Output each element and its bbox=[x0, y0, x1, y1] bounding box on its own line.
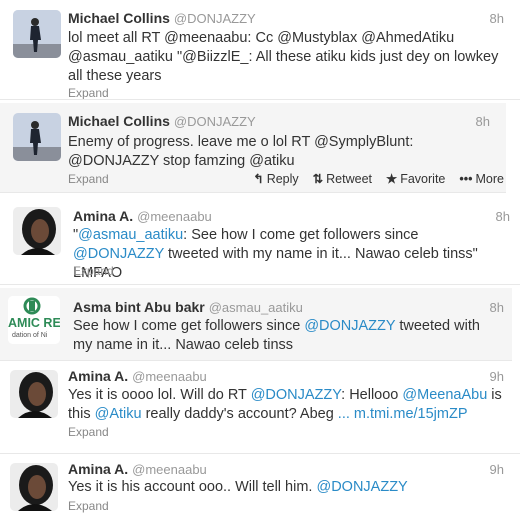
avatar[interactable] bbox=[13, 113, 61, 161]
tweet-text-segment: Yes it is oooo lol. Will do RT bbox=[68, 387, 251, 403]
tweet-text: lol meet all RT @meenaabu: Cc @Mustyblax… bbox=[68, 29, 508, 86]
mention-link[interactable]: @DONJAZZY bbox=[304, 318, 395, 334]
reply-label: Reply bbox=[266, 172, 299, 186]
avatar-logo-text: AMIC REL bbox=[8, 316, 60, 330]
mention-link[interactable]: @Atiku bbox=[95, 406, 142, 422]
author-name[interactable]: Asma bint Abu bakr bbox=[73, 299, 205, 315]
tweet-text-segment: Yes it is his account ooo.. Will tell hi… bbox=[68, 479, 317, 495]
author-handle[interactable]: @meenaabu bbox=[132, 369, 207, 384]
star-icon: ★ bbox=[386, 172, 398, 186]
avatar[interactable] bbox=[13, 10, 61, 58]
tweet-text-segment: really daddy's account? Abeg bbox=[141, 406, 338, 422]
avatar[interactable] bbox=[10, 370, 58, 418]
tweet-text-segment: See how I come get followers since bbox=[73, 318, 305, 334]
tweet-text: Yes it is oooo lol. Will do RT @DONJAZZY… bbox=[68, 386, 508, 424]
tweet-header: Amina A. @meenaabu bbox=[73, 208, 212, 224]
expand-link[interactable]: Expand bbox=[68, 86, 109, 99]
tweet-item[interactable]: Michael Collins @DONJAZZY 8h lol meet all… bbox=[0, 0, 520, 100]
tweet-item[interactable]: Michael Collins @DONJAZZY 8h Enemy of pro… bbox=[0, 103, 506, 193]
mention-link[interactable]: @asmau_aatiku bbox=[78, 227, 183, 243]
tweet-header: Amina A. @meenaabu bbox=[68, 461, 207, 477]
mention-link[interactable]: ... m.tmi.me/15jmZP bbox=[338, 406, 468, 422]
more-button[interactable]: ••• More bbox=[459, 172, 504, 186]
expand-link[interactable]: Expand bbox=[73, 264, 114, 278]
mention-link[interactable]: @MeenaAbu bbox=[402, 387, 487, 403]
favorite-button[interactable]: ★ Favorite bbox=[386, 171, 445, 186]
timestamp[interactable]: 8h bbox=[490, 11, 504, 26]
tweet-text: Enemy of progress. leave me o lol RT @Sy… bbox=[68, 133, 498, 171]
tweet-text-segment: lol meet all RT @meenaabu: Cc @Mustyblax… bbox=[68, 30, 499, 84]
timestamp[interactable]: 8h bbox=[476, 114, 490, 129]
tweet-text: "@asmau_aatiku: See how I come get follo… bbox=[73, 226, 503, 283]
tweet-text-segment: : Hellooo bbox=[341, 387, 403, 403]
tweet-actions: ↰ Reply ⇅ Retweet ★ Favorite ••• More bbox=[239, 171, 504, 186]
mention-link[interactable]: @DONJAZZY bbox=[251, 387, 341, 403]
tweet-header: Michael Collins @DONJAZZY bbox=[68, 113, 256, 129]
author-name[interactable]: Michael Collins bbox=[68, 10, 170, 26]
author-handle[interactable]: @meenaabu bbox=[137, 209, 212, 224]
mention-link[interactable]: @DONJAZZY bbox=[73, 246, 164, 262]
avatar[interactable] bbox=[10, 463, 58, 511]
reply-button[interactable]: ↰ Reply bbox=[253, 171, 298, 186]
timestamp[interactable]: 9h bbox=[490, 369, 504, 384]
ellipsis-icon: ••• bbox=[459, 172, 473, 186]
tweet-header: Amina A. @meenaabu bbox=[68, 368, 207, 384]
expand-link[interactable]: Expand bbox=[68, 425, 109, 439]
author-name[interactable]: Amina A. bbox=[68, 461, 128, 477]
retweet-button[interactable]: ⇅ Retweet bbox=[313, 171, 372, 186]
tweet-item[interactable]: Amina A. @meenaabu 9h Yes it is his accou… bbox=[0, 455, 520, 518]
author-name[interactable]: Amina A. bbox=[68, 368, 128, 384]
more-label: More bbox=[475, 172, 504, 186]
author-handle[interactable]: @DONJAZZY bbox=[174, 114, 256, 129]
tweet-item[interactable]: AMIC REL dation of Ni Asma bint Abu bakr… bbox=[0, 288, 512, 361]
avatar[interactable] bbox=[13, 207, 61, 255]
favorite-label: Favorite bbox=[400, 172, 446, 186]
author-handle[interactable]: @asmau_aatiku bbox=[209, 300, 303, 315]
timestamp[interactable]: 8h bbox=[490, 300, 504, 315]
tweet-item[interactable]: Amina A. @meenaabu 8h "@asmau_aatiku: See… bbox=[0, 197, 520, 285]
avatar[interactable]: AMIC REL dation of Ni bbox=[8, 296, 60, 344]
reply-arrow-icon: ↰ bbox=[253, 172, 264, 186]
avatar-logo-subtext: dation of Ni bbox=[12, 332, 48, 339]
tweet-item[interactable]: Amina A. @meenaabu 9h Yes it is oooo lol.… bbox=[0, 362, 520, 454]
tweet-text: Yes it is his account ooo.. Will tell hi… bbox=[68, 478, 508, 497]
tweet-text-segment: Enemy of progress. leave me o lol RT @Sy… bbox=[68, 134, 414, 169]
timestamp[interactable]: 8h bbox=[496, 209, 510, 224]
timestamp[interactable]: 9h bbox=[490, 462, 504, 477]
retweet-icon: ⇅ bbox=[312, 172, 324, 186]
tweet-text: See how I come get followers since @DONJ… bbox=[73, 317, 503, 355]
tweet-header: Michael Collins @DONJAZZY bbox=[68, 10, 256, 26]
author-name[interactable]: Michael Collins bbox=[68, 113, 170, 129]
expand-link[interactable]: Expand bbox=[68, 172, 109, 186]
expand-link[interactable]: Expand bbox=[68, 499, 109, 513]
mention-link[interactable]: @DONJAZZY bbox=[316, 479, 407, 495]
author-handle[interactable]: @DONJAZZY bbox=[174, 11, 256, 26]
tweet-header: Asma bint Abu bakr @asmau_aatiku bbox=[73, 299, 303, 315]
author-handle[interactable]: @meenaabu bbox=[132, 462, 207, 477]
tweet-text-segment: : See how I come get followers since bbox=[183, 227, 419, 243]
author-name[interactable]: Amina A. bbox=[73, 208, 133, 224]
retweet-label: Retweet bbox=[326, 172, 372, 186]
